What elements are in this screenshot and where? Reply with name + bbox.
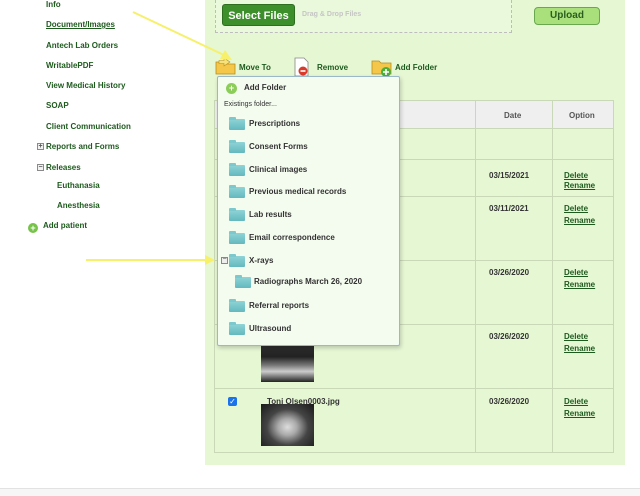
bottom-bar [0, 488, 640, 496]
annotation-arrows [86, 11, 232, 265]
arrow-icon [132, 11, 232, 60]
arrow-icon [86, 255, 215, 265]
